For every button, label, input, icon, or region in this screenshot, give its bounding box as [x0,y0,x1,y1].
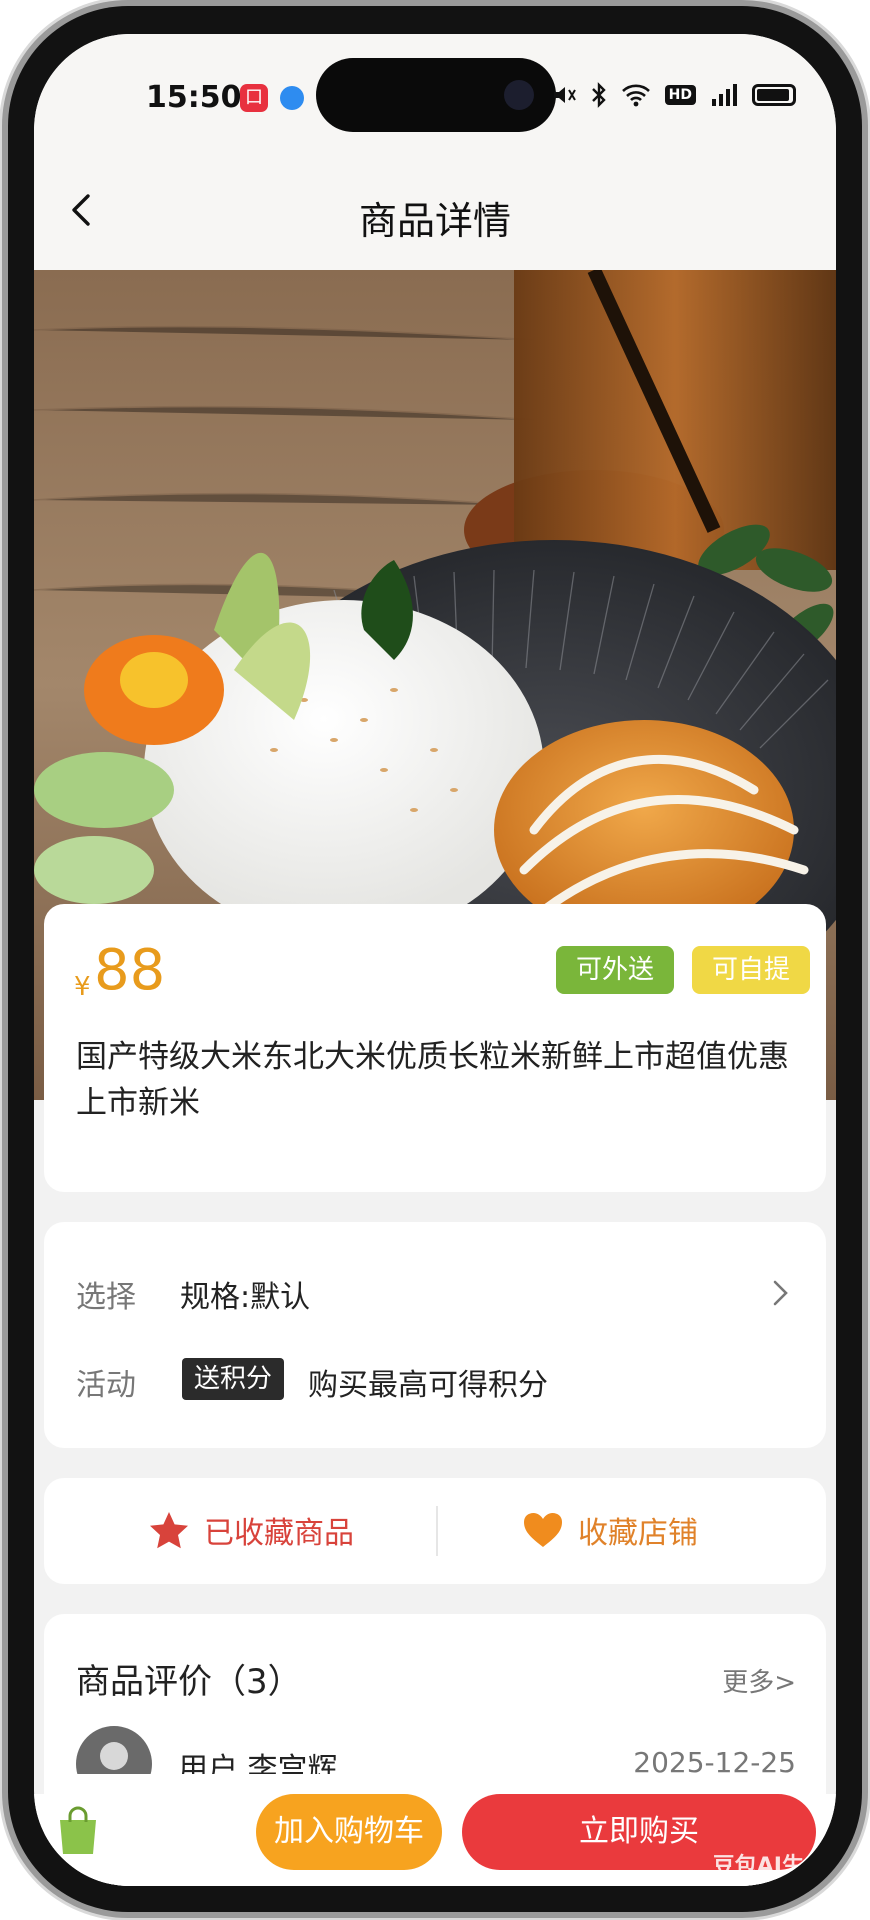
favorite-product-label: 已收藏商品 [204,1516,354,1551]
page-title: 商品详情 [358,199,511,243]
wifi-icon [621,84,650,107]
divider [436,1506,438,1556]
product-title: 国产特级大米东北大米优质长粒米新鲜上市超值优惠上市新米 [76,1039,789,1121]
nav-bar: 商品详情 [34,152,836,270]
status-bar: 15:50 口 HD [34,34,836,152]
screen: 15:50 口 HD 商品详情 ¥ 88 可外送 可自提 国产特级大米东北大米优… [34,34,836,1886]
activity-text: 购买最高可得积分 [308,1368,548,1403]
product-price: 88 [94,938,166,1003]
dynamic-island [316,58,556,132]
shopping-bag-icon[interactable] [54,1804,102,1858]
spec-value: 规格:默认 [180,1280,311,1315]
battery-icon [752,84,796,106]
app-notification-blue-icon [280,86,304,110]
select-label: 选择 [76,1280,136,1315]
delivery-tag: 可外送 [556,946,675,994]
app-notification-icon: 口 [240,84,268,112]
price-card: ¥ 88 可外送 可自提 国产特级大米东北大米优质长粒米新鲜上市超值优惠上市新米 [44,904,826,1192]
favorite-store-button[interactable]: 收藏店铺 [522,1508,698,1552]
star-icon [150,1512,188,1549]
add-to-cart-button[interactable]: 加入购物车 [256,1794,442,1870]
favorite-product-button[interactable]: 已收藏商品 [148,1508,354,1552]
currency-symbol: ¥ [74,972,91,1002]
bottom-action-bar: 加入购物车 立即购买 豆包AI生成 [34,1794,836,1886]
watermark: 豆包AI生成 [712,1854,826,1879]
favorites-card: 已收藏商品 收藏店铺 [44,1478,826,1584]
heart-icon [524,1513,562,1547]
reviews-more-link[interactable]: 更多> [722,1662,796,1699]
chevron-right-icon [773,1280,788,1306]
bluetooth-icon [591,82,606,108]
status-time: 15:50 [146,80,242,115]
points-badge: 送积分 [182,1358,285,1400]
activity-label: 活动 [76,1368,136,1403]
mute-icon [553,87,576,103]
reviews-title: 商品评价（3） [76,1662,302,1702]
status-icons: HD [551,82,796,108]
options-card: 选择 规格:默认 活动 送积分 购买最高可得积分 [44,1222,826,1448]
favorite-store-label: 收藏店铺 [578,1516,698,1551]
pickup-tag: 可自提 [692,946,811,994]
hd-icon: HD [664,85,696,105]
phone-frame: 15:50 口 HD 商品详情 ¥ 88 可外送 可自提 国产特级大米东北大米优… [0,0,870,1920]
camera-icon [504,80,534,110]
signal-icon [712,84,737,106]
